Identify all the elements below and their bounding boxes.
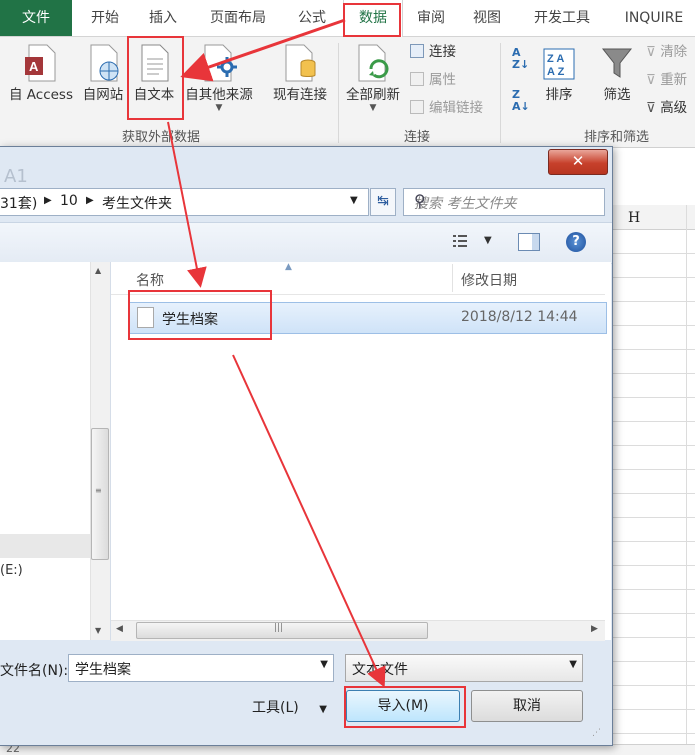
arrow-file-to-import [232, 354, 386, 688]
arrow-data-to-text [180, 18, 346, 82]
arrow-text-to-file [167, 121, 207, 288]
annotation-arrows [167, 18, 386, 688]
